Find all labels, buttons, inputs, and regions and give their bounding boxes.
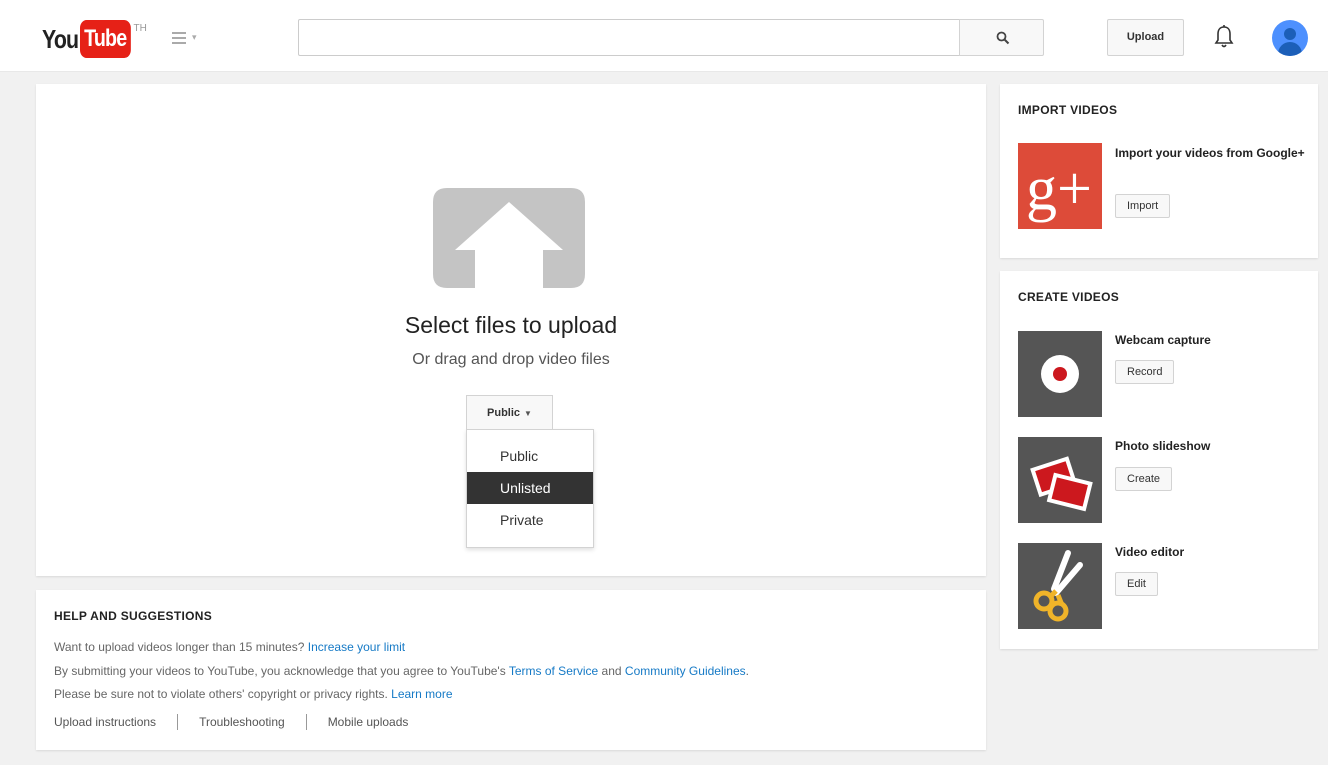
- webcam-record-icon: [1041, 355, 1079, 393]
- logo-you-text: You: [42, 24, 79, 54]
- help-links: Upload instructions Troubleshooting Mobi…: [54, 714, 408, 730]
- logo-region-code: TH: [133, 23, 147, 34]
- photo-slideshow-title: Photo slideshow: [1115, 439, 1211, 453]
- divider: [177, 714, 179, 730]
- video-editor-thumbnail[interactable]: [1018, 543, 1102, 629]
- privacy-option-unlisted[interactable]: Unlisted: [467, 472, 593, 504]
- create-button[interactable]: Create: [1115, 467, 1173, 491]
- help-panel: HELP AND SUGGESTIONS Want to upload vide…: [36, 590, 986, 750]
- slideshow-thumbnail[interactable]: [1018, 437, 1102, 523]
- privacy-option-public[interactable]: Public: [467, 440, 593, 472]
- learn-more-link[interactable]: Learn more: [391, 687, 452, 701]
- caret-down-icon: ▼: [524, 409, 532, 418]
- guide-menu-button[interactable]: ▾: [172, 30, 204, 46]
- scissors-icon: [1033, 550, 1083, 622]
- drag-drop-hint: Or drag and drop video files: [412, 351, 610, 368]
- video-editor-title: Video editor: [1115, 545, 1185, 559]
- upload-instructions-link[interactable]: Upload instructions: [54, 715, 156, 729]
- divider: [305, 714, 307, 730]
- privacy-dropdown-button[interactable]: Public ▼: [466, 395, 553, 429]
- help-line-limit: Want to upload videos longer than 15 min…: [54, 640, 406, 654]
- edit-button[interactable]: Edit: [1115, 572, 1158, 596]
- google-plus-icon: g+: [1026, 155, 1092, 223]
- troubleshooting-link[interactable]: Troubleshooting: [199, 715, 285, 729]
- chevron-down-icon: ▾: [192, 32, 197, 42]
- search-button[interactable]: [959, 19, 1044, 56]
- mobile-uploads-link[interactable]: Mobile uploads: [328, 715, 409, 729]
- import-button[interactable]: Import: [1115, 194, 1171, 218]
- import-videos-title: IMPORT VIDEOS: [1018, 103, 1118, 117]
- notification-bell-icon[interactable]: [1214, 24, 1234, 50]
- search-icon: [996, 31, 1010, 45]
- help-line-terms: By submitting your videos to YouTube, yo…: [54, 664, 749, 678]
- upload-button[interactable]: Upload: [1107, 19, 1184, 56]
- record-button[interactable]: Record: [1115, 360, 1175, 384]
- logo-tube-text: Tube: [80, 20, 131, 58]
- import-videos-panel: IMPORT VIDEOS g+ Import your videos from…: [1000, 84, 1318, 258]
- photo-slideshow-icon: [1030, 456, 1093, 512]
- import-google-plus-title: Import your videos from Google+: [1115, 146, 1305, 160]
- youtube-logo[interactable]: You Tube TH: [42, 20, 147, 58]
- help-title: HELP AND SUGGESTIONS: [54, 609, 213, 623]
- svg-text:g+: g+: [1026, 155, 1092, 223]
- upload-panel: Select files to upload Or drag and drop …: [36, 84, 986, 576]
- privacy-option-private[interactable]: Private: [467, 504, 593, 536]
- privacy-selected-label: Public: [487, 407, 521, 419]
- privacy-menu: Public Unlisted Private: [466, 429, 594, 548]
- hamburger-icon: [172, 32, 186, 47]
- select-files-title[interactable]: Select files to upload: [36, 312, 986, 339]
- help-line-copyright: Please be sure not to violate others' co…: [54, 687, 453, 701]
- create-videos-title: CREATE VIDEOS: [1018, 290, 1120, 304]
- google-plus-thumbnail: g+: [1018, 143, 1102, 229]
- avatar[interactable]: [1272, 20, 1308, 56]
- webcam-capture-title: Webcam capture: [1115, 333, 1211, 347]
- webcam-thumbnail[interactable]: [1018, 331, 1102, 417]
- increase-limit-link[interactable]: Increase your limit: [308, 640, 405, 654]
- create-videos-panel: CREATE VIDEOS Webcam capture Record Phot…: [1000, 271, 1318, 649]
- community-guidelines-link[interactable]: Community Guidelines: [625, 664, 746, 678]
- upload-arrow-icon[interactable]: [433, 188, 585, 288]
- search-input[interactable]: [298, 19, 960, 56]
- masthead: You Tube TH ▾ Upload: [0, 0, 1328, 72]
- terms-of-service-link[interactable]: Terms of Service: [509, 664, 598, 678]
